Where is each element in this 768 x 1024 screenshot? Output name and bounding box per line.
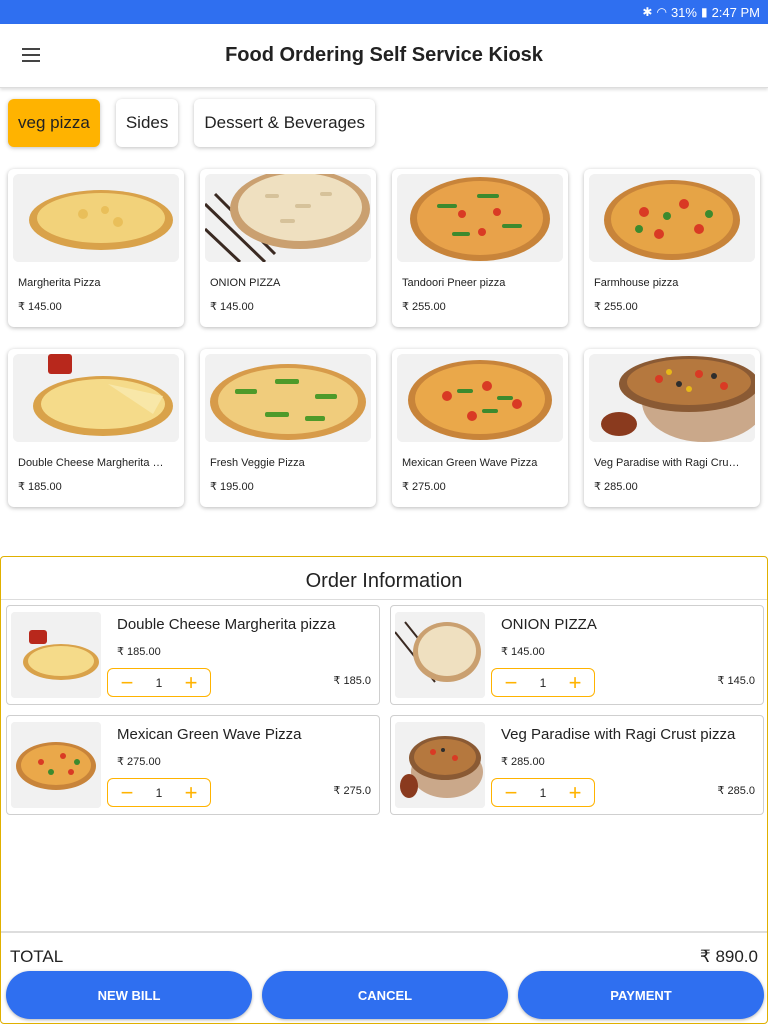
battery-level: 31%: [670, 4, 697, 20]
item-price: ₹ 255.00: [594, 301, 638, 313]
plus-icon[interactable]: +: [566, 671, 584, 694]
pizza-image: [395, 722, 485, 808]
quantity-value: 1: [539, 785, 547, 800]
pizza-image: [11, 612, 101, 698]
menu-card[interactable]: ONION PIZZA ₹ 145.00: [200, 169, 376, 327]
quantity-stepper: − 1 +: [107, 778, 211, 807]
order-item-subtotal: ₹ 145.0: [717, 675, 755, 687]
minus-icon[interactable]: −: [118, 781, 136, 804]
item-name: Mexican Green Wave Pizza: [402, 457, 538, 469]
item-name: Veg Paradise with Ragi Crust pizza: [594, 457, 744, 469]
total-value: ₹ 890.0: [699, 947, 758, 966]
clock: 2:47 PM: [711, 4, 760, 20]
minus-icon[interactable]: −: [502, 781, 520, 804]
item-name: Fresh Veggie Pizza: [210, 457, 305, 469]
order-item-subtotal: ₹ 275.0: [333, 785, 371, 797]
quantity-value: 1: [539, 675, 547, 690]
item-price: ₹ 275.00: [402, 481, 446, 493]
menu-card[interactable]: Mexican Green Wave Pizza ₹ 275.00: [392, 349, 568, 507]
quantity-value: 1: [155, 785, 163, 800]
minus-icon[interactable]: −: [118, 671, 136, 694]
menu-grid: Margherita Pizza ₹ 145.00 ONION PIZZA ₹ …: [8, 169, 760, 507]
order-item-name: ONION PIZZA: [501, 616, 597, 633]
quantity-stepper: − 1 +: [107, 668, 211, 697]
item-price: ₹ 185.00: [18, 481, 62, 493]
menu-card[interactable]: Fresh Veggie Pizza ₹ 195.00: [200, 349, 376, 507]
menu-card[interactable]: Veg Paradise with Ragi Crust pizza ₹ 285…: [584, 349, 760, 507]
order-item-price: ₹ 145.00: [501, 646, 545, 658]
order-item-price: ₹ 185.00: [117, 646, 161, 658]
order-title: Order Information: [1, 557, 767, 600]
item-name: Double Cheese Margherita pizza: [18, 457, 168, 469]
battery-icon: ▮: [700, 5, 708, 19]
payment-button[interactable]: PAYMENT: [518, 971, 764, 1019]
item-name: Farmhouse pizza: [594, 277, 679, 289]
item-price: ₹ 145.00: [18, 301, 62, 313]
tab-dessert-beverages[interactable]: Dessert & Beverages: [194, 99, 375, 147]
menu-card[interactable]: Double Cheese Margherita pizza ₹ 185.00: [8, 349, 184, 507]
pizza-image: [395, 612, 485, 698]
order-item-subtotal: ₹ 285.0: [717, 785, 755, 797]
order-panel: Order Information Double Cheese Margheri…: [0, 556, 768, 1024]
menu-card[interactable]: Tandoori Pneer pizza ₹ 255.00: [392, 169, 568, 327]
menu-card[interactable]: Margherita Pizza ₹ 145.00: [8, 169, 184, 327]
menu-card[interactable]: Farmhouse pizza ₹ 255.00: [584, 169, 760, 327]
quantity-stepper: − 1 +: [491, 778, 595, 807]
tab-sides[interactable]: Sides: [115, 99, 179, 147]
pizza-image: [589, 174, 755, 262]
order-item-subtotal: ₹ 185.0: [333, 675, 371, 687]
item-name: ONION PIZZA: [210, 277, 281, 289]
menu-icon[interactable]: [22, 48, 44, 64]
order-item: Double Cheese Margherita pizza ₹ 185.00 …: [6, 605, 380, 705]
order-item-name: Mexican Green Wave Pizza: [117, 726, 302, 743]
order-item: ONION PIZZA ₹ 145.00 − 1 + ₹ 145.0: [390, 605, 764, 705]
minus-icon[interactable]: −: [502, 671, 520, 694]
order-item-name: Double Cheese Margherita pizza: [117, 616, 336, 633]
total-bar: TOTAL ₹ 890.0: [1, 931, 767, 971]
tab-veg-pizza[interactable]: veg pizza: [8, 99, 100, 147]
page-title: Food Ordering Self Service Kiosk: [225, 44, 543, 66]
quantity-stepper: − 1 +: [491, 668, 595, 697]
wifi-icon: ◠: [656, 5, 667, 19]
bluetooth-icon: ✱: [642, 5, 653, 19]
item-price: ₹ 255.00: [402, 301, 446, 313]
item-name: Tandoori Pneer pizza: [402, 277, 506, 289]
pizza-image: [205, 174, 371, 262]
pizza-image: [13, 174, 179, 262]
pizza-image: [589, 354, 755, 442]
item-price: ₹ 145.00: [210, 301, 254, 313]
total-label: TOTAL: [10, 947, 64, 966]
pizza-image: [11, 722, 101, 808]
pizza-image: [397, 174, 563, 262]
order-item-name: Veg Paradise with Ragi Crust pizza: [501, 726, 736, 743]
pizza-image: [13, 354, 179, 442]
item-name: Margherita Pizza: [18, 277, 101, 289]
category-tabs: veg pizza Sides Dessert & Beverages: [8, 99, 375, 147]
plus-icon[interactable]: +: [182, 781, 200, 804]
order-items: Double Cheese Margherita pizza ₹ 185.00 …: [6, 605, 764, 815]
order-item-price: ₹ 275.00: [117, 756, 161, 768]
app-bar: Food Ordering Self Service Kiosk: [0, 24, 768, 88]
order-item: Veg Paradise with Ragi Crust pizza ₹ 285…: [390, 715, 764, 815]
quantity-value: 1: [155, 675, 163, 690]
item-price: ₹ 285.00: [594, 481, 638, 493]
action-buttons: NEW BILL CANCEL PAYMENT: [6, 971, 764, 1019]
order-item: Mexican Green Wave Pizza ₹ 275.00 − 1 + …: [6, 715, 380, 815]
plus-icon[interactable]: +: [182, 671, 200, 694]
plus-icon[interactable]: +: [566, 781, 584, 804]
item-price: ₹ 195.00: [210, 481, 254, 493]
order-item-price: ₹ 285.00: [501, 756, 545, 768]
new-bill-button[interactable]: NEW BILL: [6, 971, 252, 1019]
cancel-button[interactable]: CANCEL: [262, 971, 508, 1019]
status-bar: ✱ ◠ 31% ▮ 2:47 PM: [0, 0, 768, 24]
pizza-image: [397, 354, 563, 442]
pizza-image: [205, 354, 371, 442]
